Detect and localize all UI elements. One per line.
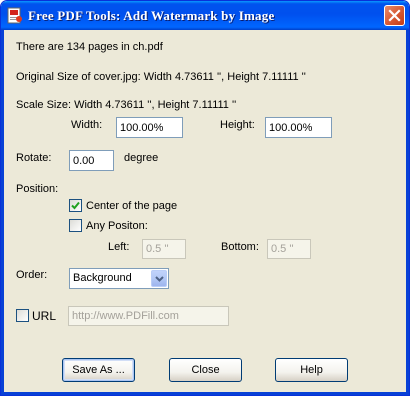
- rotate-label: Rotate:: [16, 152, 52, 164]
- any-position-label: Any Positon:: [86, 220, 148, 232]
- left-offset-input[interactable]: [142, 239, 186, 259]
- bottom-offset-input[interactable]: [267, 239, 311, 259]
- chevron-down-icon: [155, 276, 164, 282]
- checkmark-icon: [71, 201, 80, 210]
- window-frame-left: [1, 30, 4, 395]
- url-checkbox[interactable]: [16, 309, 29, 322]
- window-frame-right: [406, 30, 409, 395]
- scale-height-input[interactable]: [265, 117, 332, 138]
- rotate-unit-label: degree: [124, 152, 159, 164]
- close-button[interactable]: Close: [169, 358, 242, 382]
- help-button[interactable]: Help: [275, 358, 348, 382]
- url-input[interactable]: [68, 306, 229, 326]
- window-close-button[interactable]: [384, 5, 405, 26]
- original-size-text: Original Size of cover.jpg: Width 4.7361…: [16, 71, 306, 83]
- rotate-input[interactable]: [69, 150, 114, 171]
- center-of-page-label: Center of the page: [86, 200, 178, 212]
- order-select[interactable]: Background: [69, 268, 169, 289]
- left-offset-label: Left:: [108, 241, 130, 253]
- bottom-offset-label: Bottom:: [221, 241, 259, 253]
- order-selected-value: Background: [73, 272, 132, 284]
- window-title: Free PDF Tools: Add Watermark by Image: [28, 8, 275, 23]
- scale-width-input[interactable]: [116, 117, 183, 138]
- add-watermark-dialog: Free PDF Tools: Add Watermark by Image T…: [0, 0, 410, 396]
- close-icon: [388, 9, 401, 22]
- order-label: Order:: [16, 269, 48, 281]
- scale-height-label: Height:: [220, 119, 255, 131]
- page-count-text: There are 134 pages in ch.pdf: [16, 41, 163, 53]
- url-label: URL: [32, 309, 57, 323]
- scale-size-text: Scale Size: Width 4.73611 '', Height 7.1…: [16, 99, 237, 111]
- order-dropdown-button[interactable]: [151, 270, 167, 287]
- scale-width-label: Width:: [71, 119, 103, 131]
- title-bar: Free PDF Tools: Add Watermark by Image: [1, 1, 409, 30]
- pdf-tools-icon: [7, 7, 23, 24]
- window-frame-bottom: [1, 392, 409, 395]
- center-of-page-checkbox[interactable]: [69, 199, 82, 212]
- save-as-button[interactable]: Save As ...: [62, 358, 135, 382]
- any-position-checkbox[interactable]: [69, 219, 82, 232]
- position-label: Position:: [16, 183, 59, 195]
